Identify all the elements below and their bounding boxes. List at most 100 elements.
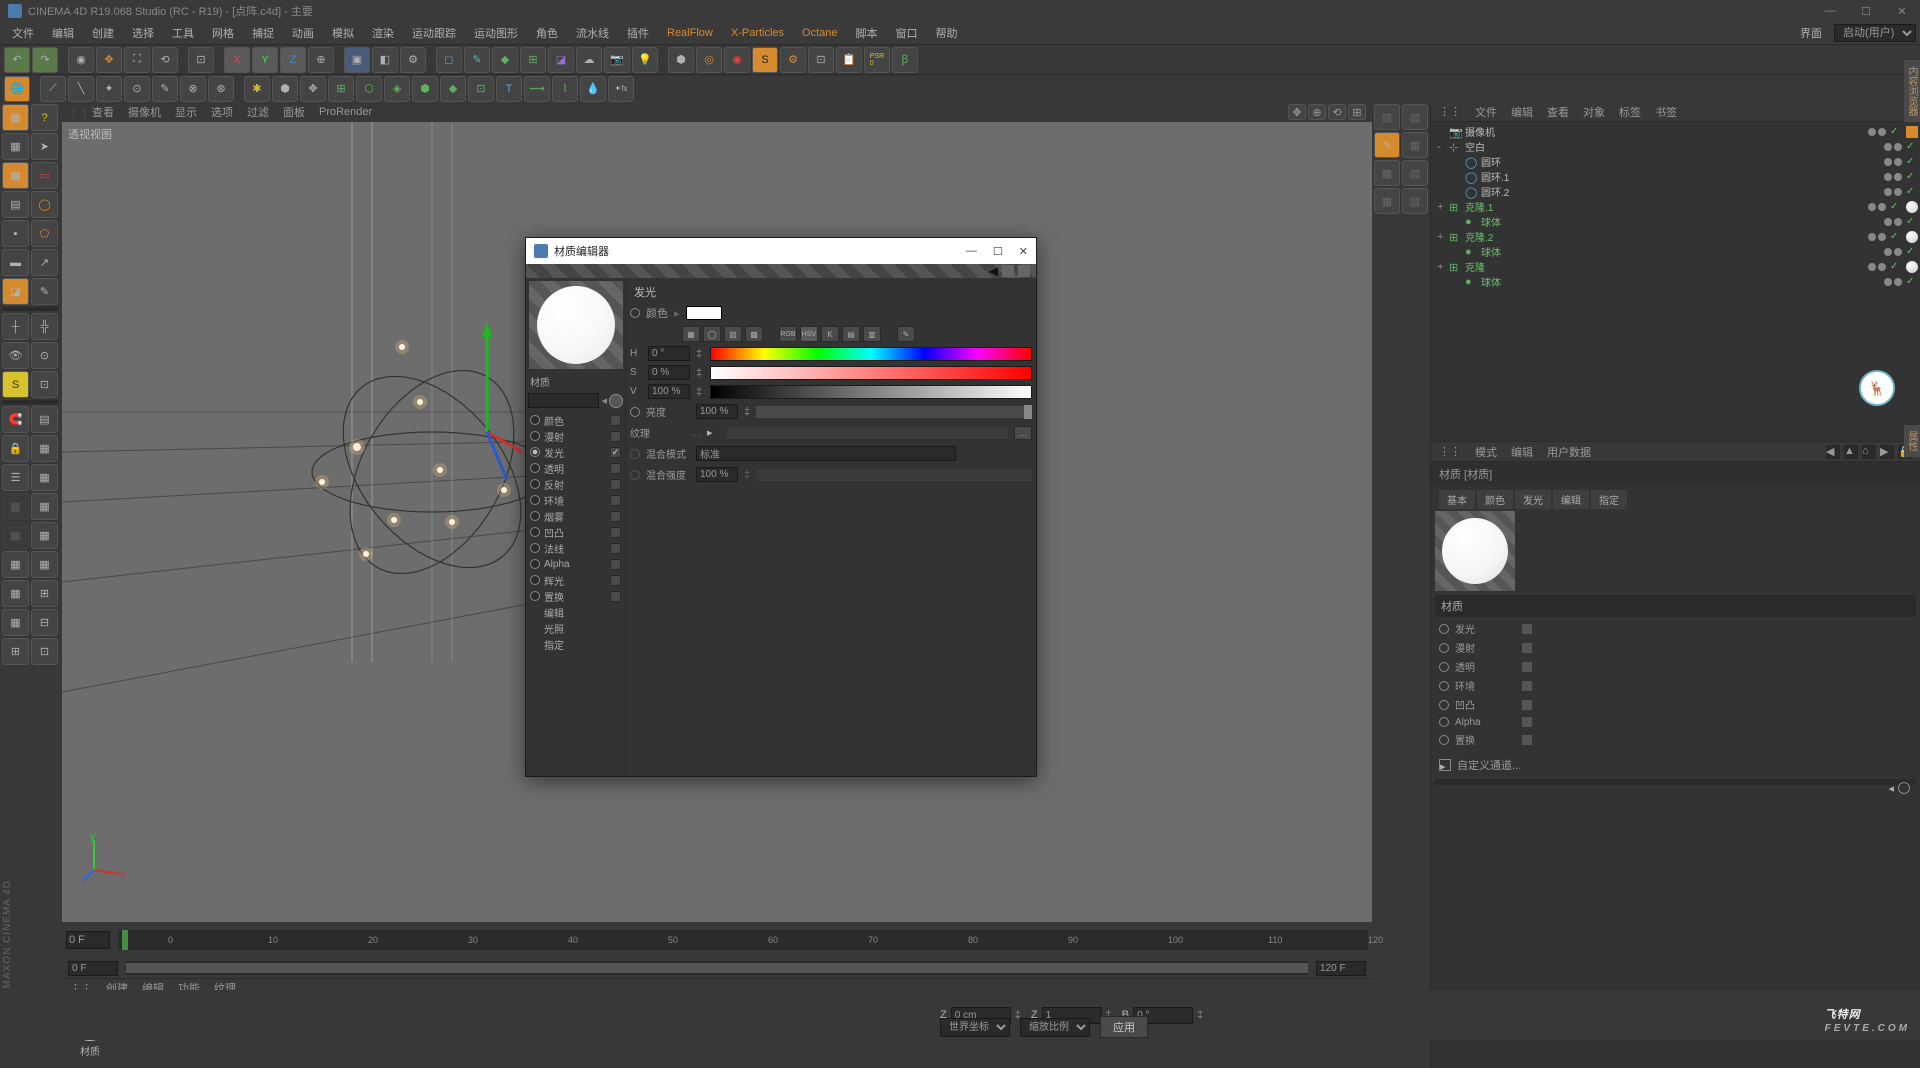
channel-烟雾[interactable]: 烟雾 xyxy=(526,508,625,524)
x-axis-button[interactable]: X xyxy=(224,47,250,73)
swatch2-icon[interactable]: ▥ xyxy=(863,326,881,342)
channel-发光[interactable]: 发光 xyxy=(526,444,625,460)
vp-nav1-icon[interactable]: ✥ xyxy=(1288,104,1306,120)
menu-octane[interactable]: Octane xyxy=(794,25,845,41)
side-tab-1[interactable]: 内容浏览器 xyxy=(1904,60,1920,122)
rect-select-icon[interactable]: ▭ xyxy=(31,162,58,189)
dialog-maximize-button[interactable]: ☐ xyxy=(993,245,1003,258)
tb2-7[interactable]: ⊛ xyxy=(208,76,234,102)
grid3-icon[interactable]: ▦ xyxy=(31,493,58,520)
tb2-mograph1[interactable]: ⊞ xyxy=(328,76,354,102)
tb2-mograph5[interactable]: ◆ xyxy=(440,76,466,102)
val-slider[interactable] xyxy=(710,385,1032,399)
range-end-field[interactable] xyxy=(1316,961,1366,976)
vp-panel[interactable]: 面板 xyxy=(283,104,305,120)
wheel-icon[interactable]: ◯ xyxy=(703,326,721,342)
menu-help[interactable]: 帮助 xyxy=(928,23,966,43)
attr-fwd-icon[interactable]: ▶ xyxy=(1880,445,1894,459)
subtab-color[interactable]: 颜色 xyxy=(1477,490,1513,509)
attr-mode[interactable]: 模式 xyxy=(1475,444,1497,460)
obj-bookmarks[interactable]: 书签 xyxy=(1655,104,1677,120)
y-axis-button[interactable]: Y xyxy=(252,47,278,73)
cube7-icon[interactable]: ▨ xyxy=(1402,188,1428,214)
tree-row[interactable]: ◯圆环.1✓ xyxy=(1433,169,1918,184)
attr-channel-置换[interactable]: 置换 xyxy=(1435,730,1916,749)
tb-misc1[interactable]: ⊡ xyxy=(808,47,834,73)
hsv-icon[interactable]: HSV xyxy=(800,326,818,342)
obj-tags[interactable]: 标签 xyxy=(1619,104,1641,120)
channel-反射[interactable]: 反射 xyxy=(526,476,625,492)
brightness-radio[interactable] xyxy=(630,407,640,417)
world-icon[interactable]: 🌐 xyxy=(4,76,30,102)
deformer-icon[interactable]: ◪ xyxy=(548,47,574,73)
cube1-icon[interactable]: ▧ xyxy=(1374,104,1400,130)
undo-icon[interactable]: ↶ xyxy=(4,47,30,73)
menu-mograph[interactable]: 运动图形 xyxy=(466,23,526,43)
grid11-icon[interactable]: ⊞ xyxy=(2,638,29,665)
rotate-icon[interactable]: ⟲ xyxy=(152,47,178,73)
tb2-spline[interactable]: ⌇ xyxy=(552,76,578,102)
magnet-icon[interactable]: 🧲 xyxy=(2,406,29,433)
menu-xparticles[interactable]: X-Particles xyxy=(723,25,792,41)
grid7-icon[interactable]: ▦ xyxy=(2,580,29,607)
tb-octane-target[interactable]: ◎ xyxy=(696,47,722,73)
vp-options[interactable]: 选项 xyxy=(211,104,233,120)
tb2-4[interactable]: ⊙ xyxy=(124,76,150,102)
grid4-icon[interactable]: ▦ xyxy=(31,522,58,549)
attr-channel-发光[interactable]: 发光 xyxy=(1435,619,1916,638)
menu-render[interactable]: 渲染 xyxy=(364,23,402,43)
tb2-fx1[interactable]: ✱ xyxy=(244,76,270,102)
material-name-field[interactable] xyxy=(528,393,599,408)
cube4-icon[interactable]: ▩ xyxy=(1374,160,1400,186)
menu-animate[interactable]: 动画 xyxy=(284,23,322,43)
subtab-basic[interactable]: 基本 xyxy=(1439,490,1475,509)
channel-凹凸[interactable]: 凹凸 xyxy=(526,524,625,540)
grid5-icon[interactable]: ▦ xyxy=(2,551,29,578)
tb2-fx3[interactable]: ✥ xyxy=(300,76,326,102)
tb2-tracer[interactable]: ⟿ xyxy=(524,76,550,102)
channel-辉光[interactable]: 辉光 xyxy=(526,572,625,588)
strip-menu-icon[interactable] xyxy=(1018,265,1030,277)
blendmode-field[interactable] xyxy=(696,446,956,461)
z-axis-button[interactable]: Z xyxy=(280,47,306,73)
tree-row[interactable]: ●球体✓ xyxy=(1433,214,1918,229)
tb2-sim1[interactable]: 💧 xyxy=(580,76,606,102)
pen1-icon[interactable]: ✎ xyxy=(1374,132,1400,158)
sat-slider[interactable] xyxy=(710,366,1032,380)
grid9-icon[interactable]: ▦ xyxy=(2,609,29,636)
vp-prorender[interactable]: ProRender xyxy=(319,106,372,118)
menu-simulate[interactable]: 模拟 xyxy=(324,23,362,43)
live-select-icon[interactable]: ◉ xyxy=(68,47,94,73)
snap-icon[interactable]: S xyxy=(2,371,29,398)
cube2-icon[interactable]: ▨ xyxy=(1402,104,1428,130)
color-swatch[interactable] xyxy=(686,306,722,320)
tb-jb[interactable]: ꞵ xyxy=(892,47,918,73)
tree-row[interactable]: 📷摄像机✓ xyxy=(1433,124,1918,139)
snap-settings-icon[interactable]: ⊡ xyxy=(31,371,58,398)
brush-icon[interactable]: ✎ xyxy=(31,278,58,305)
attr-userdata[interactable]: 用户数据 xyxy=(1547,444,1591,460)
dialog-close-button[interactable]: ✕ xyxy=(1019,245,1028,258)
render-view-icon[interactable]: ▣ xyxy=(344,47,370,73)
v-field[interactable] xyxy=(648,384,690,399)
tb2-1[interactable]: ⟋ xyxy=(40,76,66,102)
object-tree[interactable]: 📷摄像机✓-⊹空白✓◯圆环✓◯圆环.1✓◯圆环.2✓+⊞克隆.1✓●球体✓+⊞克… xyxy=(1431,122,1920,441)
layout-dropdown[interactable]: 启动(用户) xyxy=(1834,24,1916,42)
arrow-icon[interactable]: ◂ xyxy=(601,394,607,407)
menu-tools[interactable]: 工具 xyxy=(164,23,202,43)
strip-arrow-icon[interactable]: ◀ xyxy=(989,264,998,278)
select-cursor-icon[interactable]: ➤ xyxy=(31,133,58,160)
model-mode-icon[interactable]: ▦ xyxy=(2,133,29,160)
range-start-field[interactable] xyxy=(68,961,118,976)
attr-back-icon[interactable]: ◀ xyxy=(1826,445,1840,459)
menu-create[interactable]: 创建 xyxy=(84,23,122,43)
menu-pipeline[interactable]: 流水线 xyxy=(568,23,617,43)
edges-mode-icon[interactable]: ▬ xyxy=(2,249,29,276)
workplane2-icon[interactable]: ▤ xyxy=(31,406,58,433)
channel-漫射[interactable]: 漫射 xyxy=(526,428,625,444)
tb-octane-settings[interactable]: ⚙ xyxy=(780,47,806,73)
cube6-icon[interactable]: ▦ xyxy=(1374,188,1400,214)
k-icon[interactable]: K xyxy=(821,326,839,342)
attr-channel-环境[interactable]: 环境 xyxy=(1435,676,1916,695)
make-editable-icon[interactable]: ▦ xyxy=(2,104,29,131)
